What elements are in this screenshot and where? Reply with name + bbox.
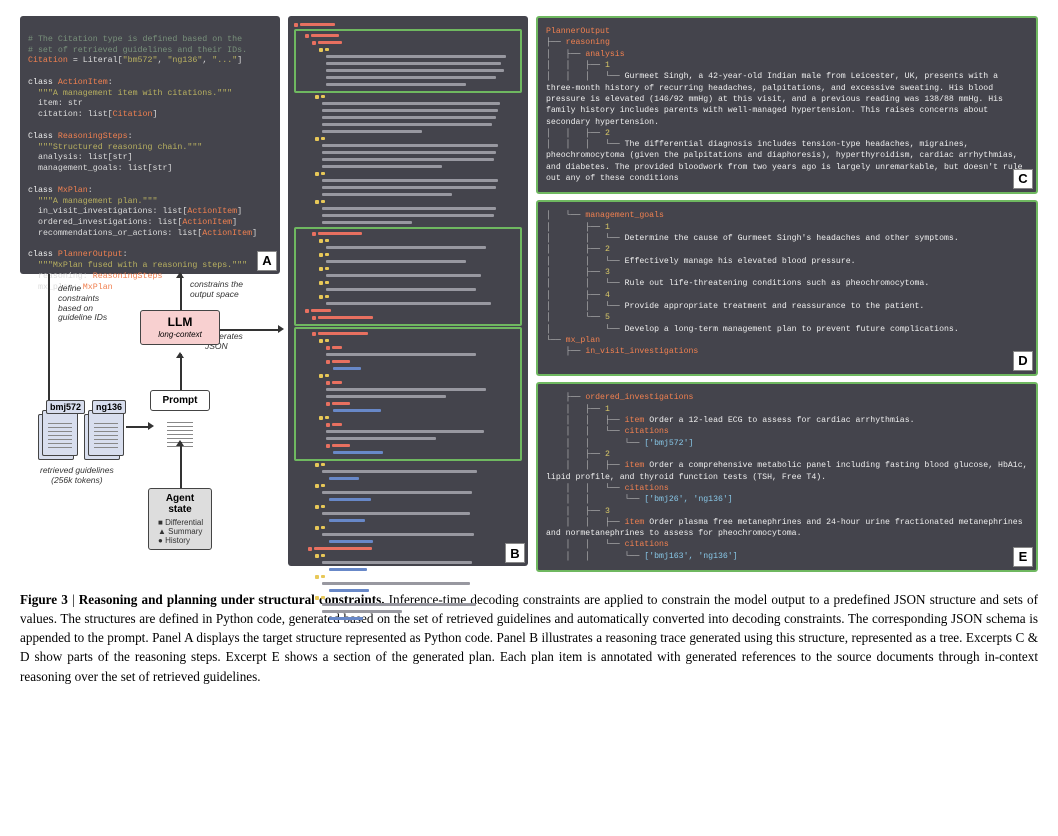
diag-label: define constraints based on guideline ID…	[58, 284, 107, 323]
panel-letter-b: B	[505, 543, 525, 563]
figure-caption: Figure 3 | Reasoning and planning under …	[20, 590, 1038, 686]
panel-a: # The Citation type is defined based on …	[20, 16, 280, 274]
panel-b: B	[288, 16, 528, 566]
panel-letter-a: A	[257, 251, 277, 271]
middle-column: B	[288, 16, 528, 566]
panel-letter-d: D	[1013, 351, 1033, 371]
panel-letter-c: C	[1013, 169, 1033, 189]
llm-box: LLM long-context	[140, 310, 220, 345]
doc-icon	[42, 410, 78, 456]
panel-letter-e: E	[1013, 547, 1033, 567]
agent-state-box: Agent state ■ Differential ▲ Summary ● H…	[148, 488, 212, 550]
panel-e: ├── ordered_investigations │ ├── 1 │ │ ├…	[536, 382, 1038, 572]
diag-label: retrieved guidelines (256k tokens)	[40, 466, 114, 486]
figure-panels: # The Citation type is defined based on …	[20, 16, 1038, 572]
right-column: PlannerOutput ├── reasoning │ ├── analys…	[536, 16, 1038, 572]
agent-item: ■ Differential	[155, 518, 205, 527]
panel-c: PlannerOutput ├── reasoning │ ├── analys…	[536, 16, 1038, 194]
left-column: # The Citation type is defined based on …	[20, 16, 280, 564]
agent-item: ▲ Summary	[155, 527, 205, 536]
panel-d: │ └── management_goals │ ├── 1 │ │ └── D…	[536, 200, 1038, 376]
doc-bmj: bmj572	[46, 400, 85, 414]
code-comment: # The Citation type is defined based on …	[28, 35, 242, 44]
doc-ng: ng136	[92, 400, 126, 414]
prompt-box: Prompt	[150, 390, 210, 411]
diag-label: constrains the output space	[190, 280, 243, 300]
agent-item: ● History	[155, 536, 205, 545]
doc-icon	[88, 410, 124, 456]
flow-diagram: define constraints based on guideline ID…	[20, 274, 280, 564]
code-comment: # set of retrieved guidelines and their …	[28, 46, 247, 55]
